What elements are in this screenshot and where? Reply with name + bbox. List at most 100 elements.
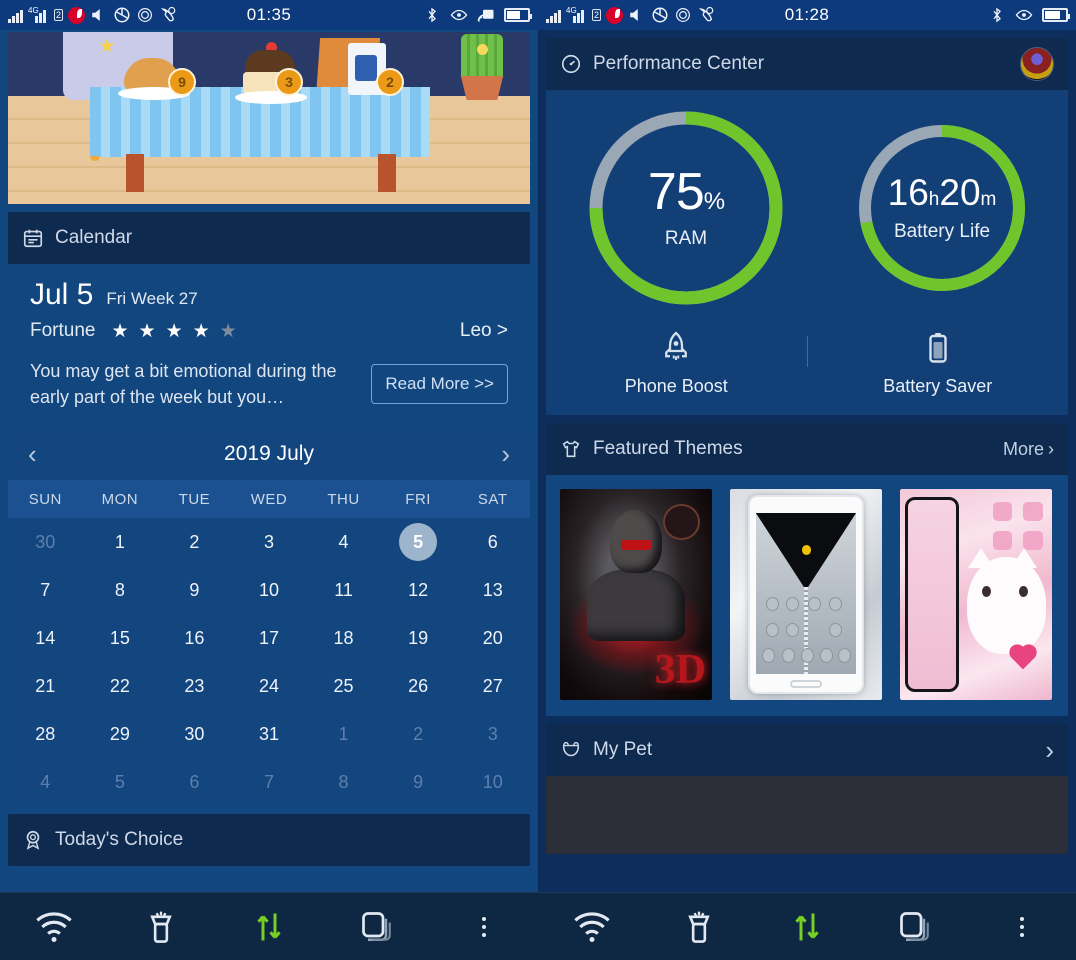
- calendar-day[interactable]: 6: [455, 518, 530, 566]
- dual-screenshot: 4G 2 01:35 9 3 2 Calendar Jul 5 Fri Week…: [0, 0, 1076, 960]
- read-more-button[interactable]: Read More >>: [371, 364, 508, 405]
- signal-icon: [546, 7, 564, 23]
- featured-themes-header[interactable]: Featured Themes More ›: [546, 423, 1068, 475]
- calendar-day[interactable]: 2: [157, 518, 232, 566]
- nav-more-options-button[interactable]: [430, 916, 538, 937]
- calendar-day[interactable]: 5: [83, 758, 158, 806]
- nav-flashlight-button[interactable]: [646, 908, 754, 946]
- theme-thumb-diamond-zipper[interactable]: [730, 489, 882, 700]
- eye-icon: [450, 9, 468, 21]
- calendar-day[interactable]: 29: [83, 710, 158, 758]
- calendar-day[interactable]: 12: [381, 566, 456, 614]
- calendar-day[interactable]: 28: [8, 710, 83, 758]
- more-options-icon: [1020, 916, 1025, 937]
- banner-cake-item[interactable]: [233, 38, 313, 104]
- calendar-day[interactable]: 4: [8, 758, 83, 806]
- calendar-day[interactable]: 10: [455, 758, 530, 806]
- nav-data-transfer-button[interactable]: [753, 909, 861, 945]
- themes-more-button[interactable]: More ›: [1003, 439, 1054, 460]
- calendar-day[interactable]: 21: [8, 662, 83, 710]
- calendar-day[interactable]: 27: [455, 662, 530, 710]
- fortune-row: Fortune ★ ★ ★ ★ ★ Leo >: [30, 320, 508, 342]
- more-options-icon: [482, 916, 487, 937]
- calendar-day-label: 14: [35, 627, 56, 648]
- zodiac-sign-link[interactable]: Leo >: [460, 320, 508, 342]
- star-icon: ★: [165, 320, 183, 342]
- calendar-day[interactable]: 10: [232, 566, 307, 614]
- calendar-day[interactable]: 7: [8, 566, 83, 614]
- calendar-day-label: 17: [258, 627, 279, 648]
- theme-thumb-pink-kitten[interactable]: [900, 489, 1052, 700]
- nav-recent-apps-button[interactable]: [323, 909, 431, 945]
- calendar-day[interactable]: 26: [381, 662, 456, 710]
- calendar-day[interactable]: 6: [157, 758, 232, 806]
- vodafone-icon: [68, 6, 86, 24]
- calendar-day[interactable]: 9: [381, 758, 456, 806]
- ram-gauge[interactable]: 75% RAM: [586, 108, 786, 308]
- nav-more-options-button[interactable]: [968, 916, 1076, 937]
- banner-table-leg: [126, 154, 144, 192]
- calendar-day-label: 27: [482, 675, 503, 696]
- calendar-day[interactable]: 11: [306, 566, 381, 614]
- game-banner[interactable]: 9 3 2: [8, 32, 530, 204]
- calendar-day[interactable]: 8: [83, 566, 158, 614]
- status-right-icons: [423, 6, 532, 24]
- theme-thumb-dark-warrior[interactable]: 3D: [560, 489, 712, 700]
- calendar-day[interactable]: 1: [306, 710, 381, 758]
- nav-wifi-button[interactable]: [0, 910, 108, 944]
- calendar-day[interactable]: 18: [306, 614, 381, 662]
- calendar-day[interactable]: 30: [8, 518, 83, 566]
- calendar-day[interactable]: 25: [306, 662, 381, 710]
- calendar-day[interactable]: 1: [83, 518, 158, 566]
- calendar-day[interactable]: 4: [306, 518, 381, 566]
- calendar-day-label: 6: [189, 771, 200, 792]
- calendar-day[interactable]: 23: [157, 662, 232, 710]
- nav-recent-apps-button[interactable]: [861, 909, 969, 945]
- calendar-day[interactable]: 17: [232, 614, 307, 662]
- calendar-day[interactable]: 3: [455, 710, 530, 758]
- nav-data-transfer-button[interactable]: [215, 909, 323, 945]
- todays-choice-header[interactable]: Today's Choice: [8, 814, 530, 867]
- user-avatar[interactable]: [1020, 47, 1054, 81]
- battery-saver-button[interactable]: Battery Saver: [808, 330, 1069, 397]
- nav-flashlight-button[interactable]: [108, 908, 216, 946]
- tshirt-icon: [562, 440, 580, 458]
- my-pet-header[interactable]: My Pet ›: [546, 724, 1068, 776]
- fortune-label: Fortune: [30, 320, 96, 341]
- calendar-day-label: 2: [413, 723, 424, 744]
- star-icon: ★: [219, 320, 237, 342]
- calendar-day[interactable]: 31: [232, 710, 307, 758]
- battery-gauge[interactable]: 16h20m Battery Life: [856, 122, 1028, 294]
- battery-label: Battery Life: [893, 220, 991, 242]
- calendar-day[interactable]: 3: [232, 518, 307, 566]
- nav-wifi-button[interactable]: [538, 910, 646, 944]
- calendar-day[interactable]: 7: [232, 758, 307, 806]
- calendar-day[interactable]: 22: [83, 662, 158, 710]
- calendar-day[interactable]: 20: [455, 614, 530, 662]
- calendar-day[interactable]: 16: [157, 614, 232, 662]
- date-row: Jul 5 Fri Week 27: [30, 278, 508, 312]
- calendar-day[interactable]: 19: [381, 614, 456, 662]
- calendar-day[interactable]: 15: [83, 614, 158, 662]
- calendar-day[interactable]: 13: [455, 566, 530, 614]
- bottom-navigation-bar: [0, 892, 1076, 960]
- calendar-day[interactable]: 14: [8, 614, 83, 662]
- calendar-card-title: Calendar: [55, 227, 133, 248]
- calendar-day[interactable]: 8: [306, 758, 381, 806]
- dow-label: FRI: [405, 490, 431, 508]
- calendar-day[interactable]: 30: [157, 710, 232, 758]
- calendar-day[interactable]: 9: [157, 566, 232, 614]
- network-label: 4G: [28, 6, 39, 15]
- calendar-card-header[interactable]: Calendar: [8, 212, 530, 264]
- calendar-day-selected[interactable]: 5: [381, 518, 456, 566]
- calendar-day[interactable]: 24: [232, 662, 307, 710]
- bluetooth-icon: [428, 7, 436, 23]
- my-pet-chevron[interactable]: ›: [1045, 735, 1054, 766]
- chevron-right-icon[interactable]: ›: [501, 441, 510, 467]
- chevron-left-icon[interactable]: ‹: [28, 441, 37, 467]
- phone-boost-button[interactable]: Phone Boost: [546, 330, 807, 397]
- performance-header[interactable]: Performance Center: [546, 38, 1068, 90]
- battery-saver-icon: [929, 333, 947, 363]
- target-icon: [676, 8, 690, 22]
- calendar-day[interactable]: 2: [381, 710, 456, 758]
